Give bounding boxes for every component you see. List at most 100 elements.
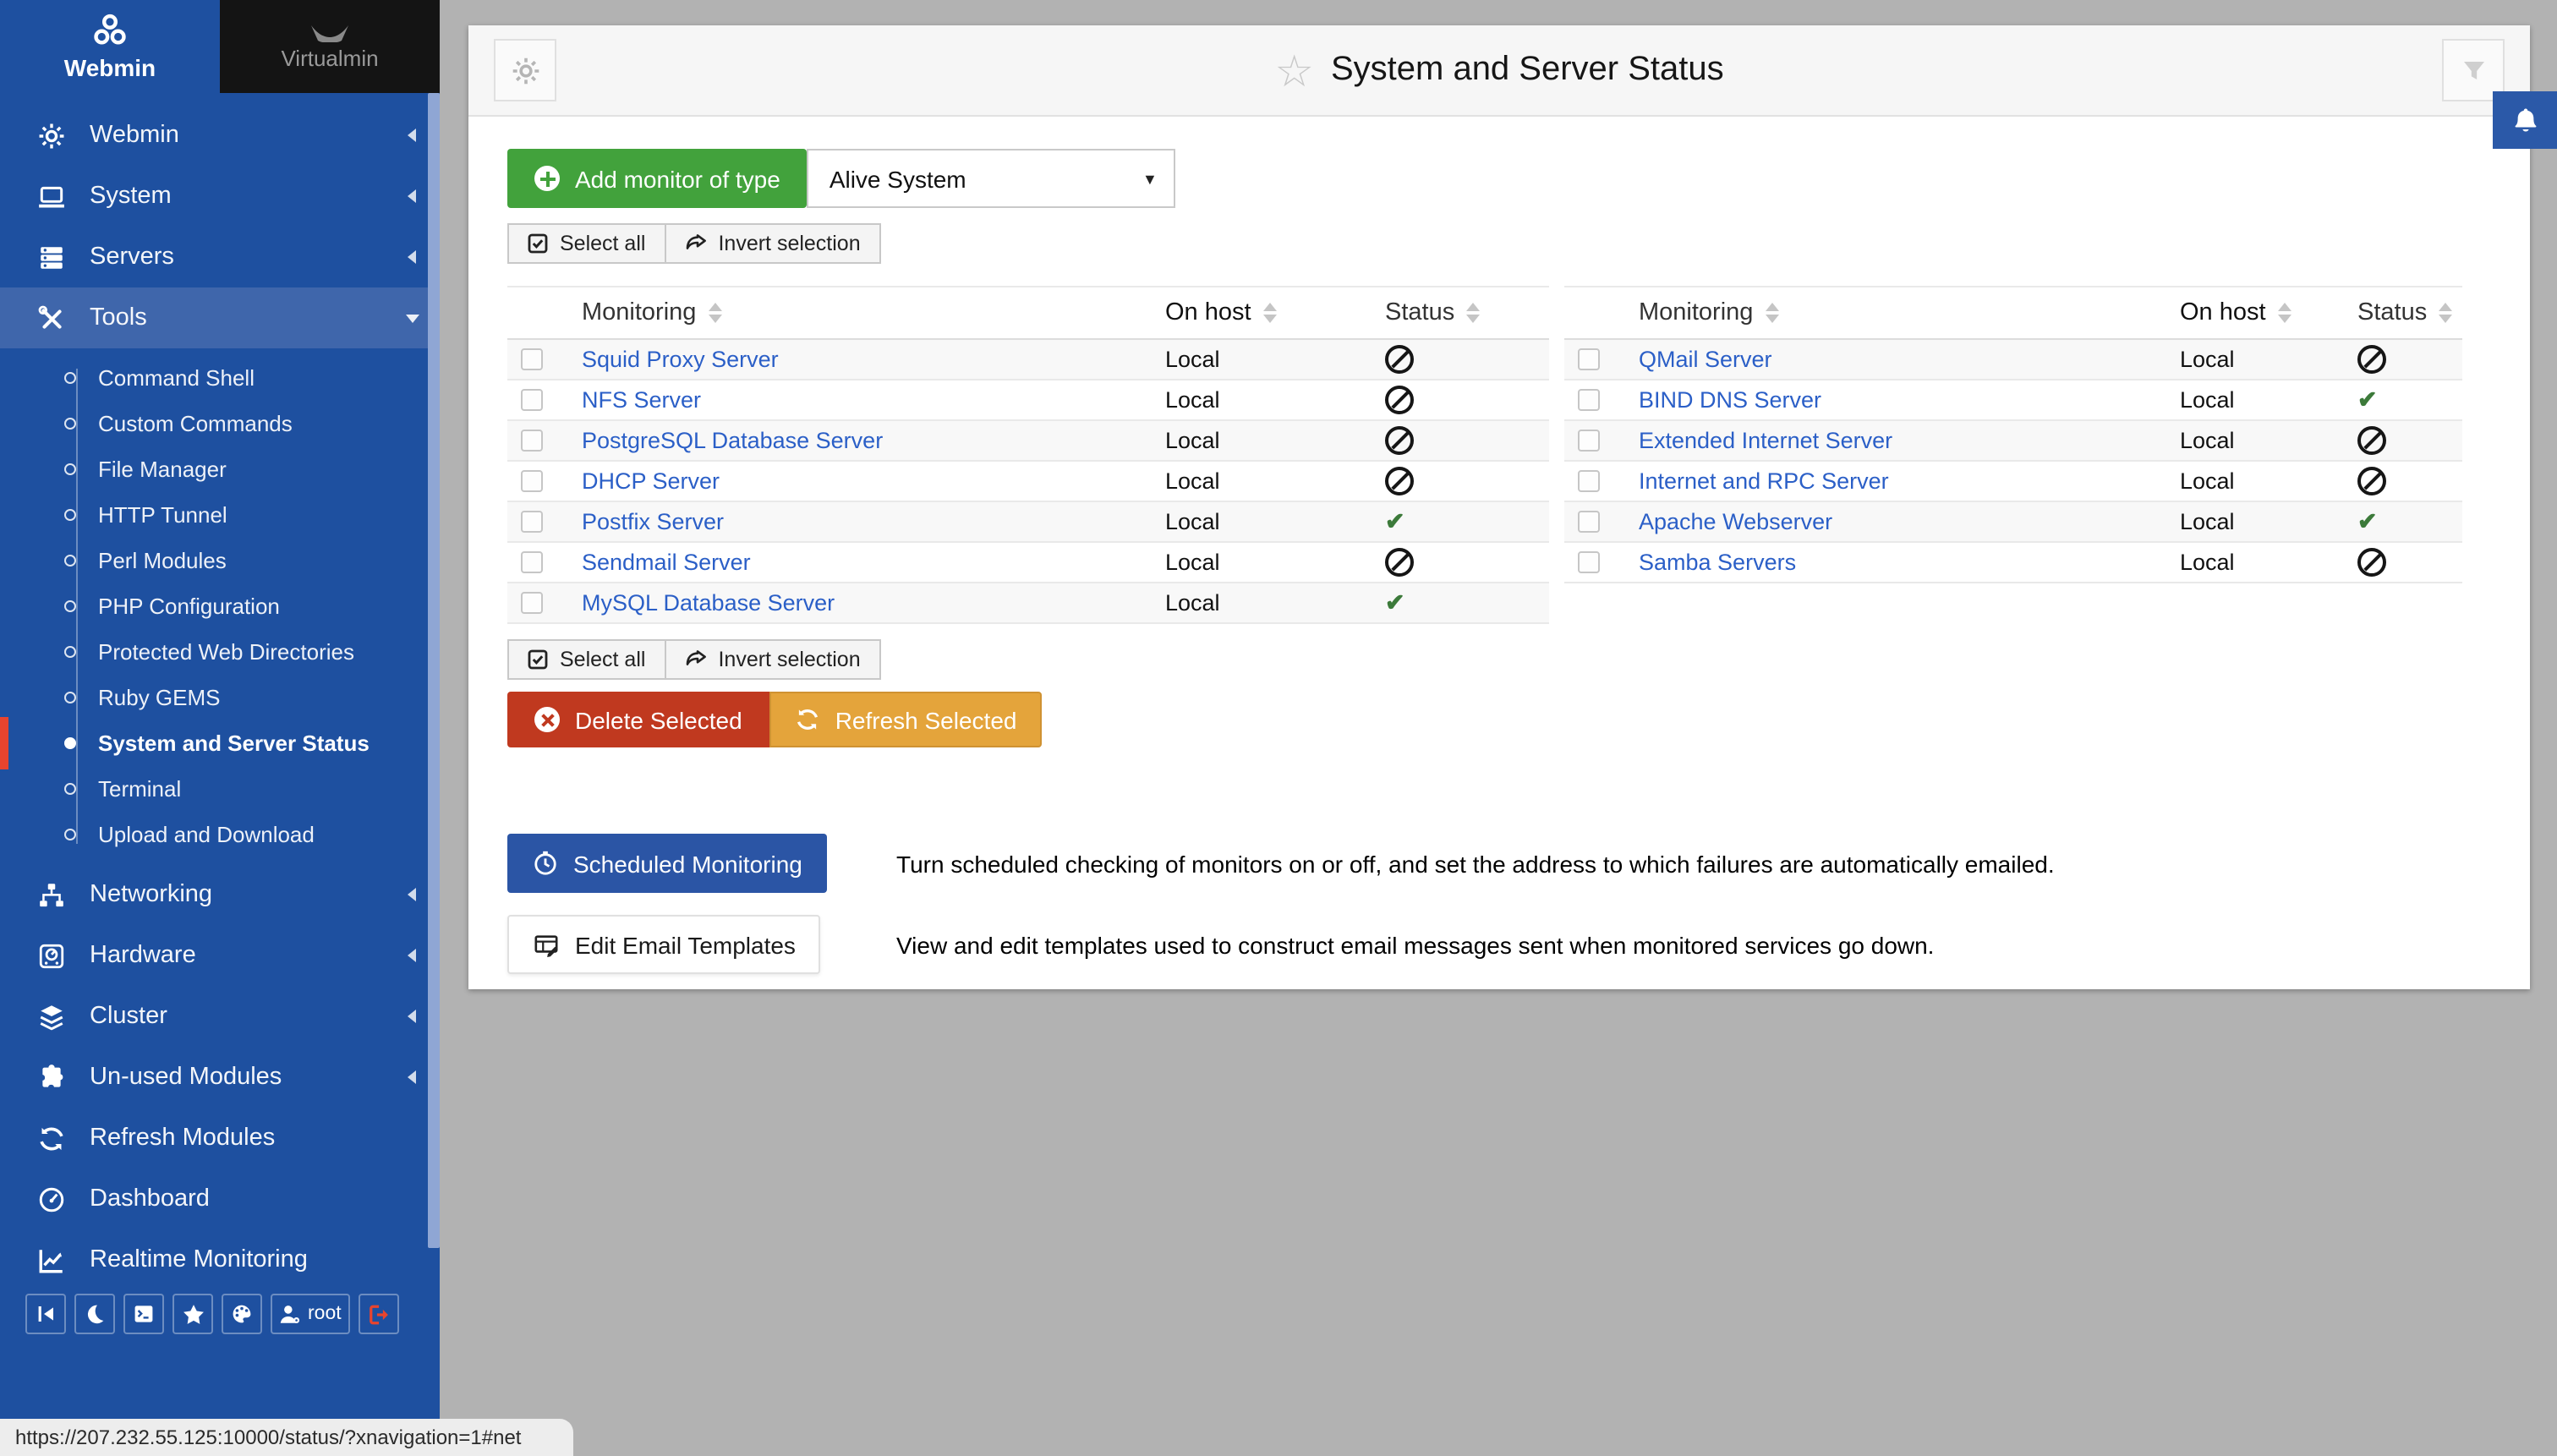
sidebar-item-realtime-monitoring[interactable]: Realtime Monitoring	[0, 1229, 440, 1290]
sort-icon[interactable]	[2278, 303, 2291, 323]
gauge-icon	[34, 1185, 68, 1213]
sort-icon[interactable]	[708, 303, 721, 323]
scheduled-monitoring-row: Scheduled Monitoring Turn scheduled chec…	[507, 834, 2530, 893]
row-checkbox[interactable]	[521, 348, 543, 370]
row-checkbox[interactable]	[521, 470, 543, 492]
row-checkbox[interactable]	[521, 389, 543, 411]
submenu-item[interactable]: Perl Modules	[0, 538, 440, 583]
sidebar-item-servers[interactable]: Servers	[0, 227, 440, 287]
sidebar-item-refresh-modules[interactable]: Refresh Modules	[0, 1108, 440, 1169]
sidebar-item-cluster[interactable]: Cluster	[0, 986, 440, 1047]
row-checkbox[interactable]	[1578, 389, 1600, 411]
submenu-item[interactable]: Custom Commands	[0, 401, 440, 446]
sidebar-item-hardware[interactable]: Hardware	[0, 925, 440, 986]
select-all-button[interactable]: Select all	[507, 639, 665, 680]
logout-button[interactable]	[359, 1294, 399, 1334]
monitor-link[interactable]: Apache Webserver	[1639, 509, 1832, 534]
submenu-item[interactable]: File Manager	[0, 446, 440, 492]
sidebar-item-label: System	[90, 183, 172, 210]
collapse-sidebar-button[interactable]	[25, 1294, 66, 1334]
sort-icon[interactable]	[1765, 303, 1778, 323]
scheduled-monitoring-button[interactable]: Scheduled Monitoring	[507, 834, 828, 893]
submenu-item[interactable]: Terminal	[0, 766, 440, 812]
sidebar-item-system[interactable]: System	[0, 166, 440, 227]
submenu-item[interactable]: Command Shell	[0, 355, 440, 401]
submenu-item[interactable]: System and Server Status	[0, 720, 440, 766]
refresh-selected-button[interactable]: Refresh Selected	[769, 692, 1043, 747]
bullet-icon	[64, 646, 76, 658]
monitor-link[interactable]: BIND DNS Server	[1639, 387, 1821, 413]
submenu-item[interactable]: PHP Configuration	[0, 583, 440, 629]
sidebar-item-networking[interactable]: Networking	[0, 864, 440, 925]
row-checkbox[interactable]	[1578, 430, 1600, 452]
sort-icon[interactable]	[1263, 303, 1277, 323]
monitor-link[interactable]: Samba Servers	[1639, 550, 1796, 575]
sidebar-item-unused-modules[interactable]: Un-used Modules	[0, 1047, 440, 1108]
tab-webmin[interactable]: Webmin	[0, 0, 220, 93]
column-on-host[interactable]: On host	[1165, 299, 1251, 326]
submenu-item-label: HTTP Tunnel	[98, 502, 227, 528]
column-status[interactable]: Status	[2357, 299, 2427, 326]
monitor-link[interactable]: Sendmail Server	[582, 550, 751, 575]
notifications-bell-button[interactable]	[2493, 91, 2557, 149]
scheduled-monitoring-label: Scheduled Monitoring	[573, 850, 802, 877]
host-value: Local	[2180, 509, 2235, 534]
page-header: ☆ System and Server Status	[468, 25, 2530, 117]
night-mode-button[interactable]	[74, 1294, 115, 1334]
page-title: System and Server Status	[1331, 51, 1724, 90]
monitor-link[interactable]: QMail Server	[1639, 347, 1772, 372]
chevron-left-icon	[408, 888, 416, 901]
column-monitoring[interactable]: Monitoring	[582, 299, 696, 326]
delete-selected-button[interactable]: Delete Selected	[507, 692, 769, 747]
row-checkbox[interactable]	[521, 551, 543, 573]
monitor-link[interactable]: Squid Proxy Server	[582, 347, 779, 372]
monitor-link[interactable]: Postfix Server	[582, 509, 724, 534]
monitor-link[interactable]: PostgreSQL Database Server	[582, 428, 883, 453]
favorites-star-button[interactable]	[172, 1294, 213, 1334]
edit-email-templates-button[interactable]: Edit Email Templates	[507, 915, 821, 974]
status-down-icon	[2357, 467, 2386, 495]
row-checkbox[interactable]	[1578, 470, 1600, 492]
sidebar-item-tools[interactable]: Tools	[0, 287, 440, 348]
favorite-star-icon[interactable]: ☆	[1274, 48, 1314, 92]
scheduled-monitoring-desc: Turn scheduled checking of monitors on o…	[896, 850, 2055, 877]
monitor-type-select[interactable]: Alive System ▼	[808, 149, 1176, 208]
sidebar-item-webmin[interactable]: Webmin	[0, 105, 440, 166]
table-row: MySQL Database Server Local	[507, 583, 1549, 624]
column-on-host[interactable]: On host	[2180, 299, 2266, 326]
submenu-item[interactable]: Protected Web Directories	[0, 629, 440, 675]
monitor-link[interactable]: Extended Internet Server	[1639, 428, 1892, 453]
monitor-link[interactable]: DHCP Server	[582, 468, 720, 494]
invert-selection-button[interactable]: Invert selection	[665, 223, 880, 264]
status-up-icon	[2357, 386, 2377, 414]
sort-icon[interactable]	[2439, 303, 2452, 323]
row-checkbox[interactable]	[1578, 348, 1600, 370]
submenu-item[interactable]: Upload and Download	[0, 812, 440, 857]
monitor-link[interactable]: MySQL Database Server	[582, 590, 835, 616]
monitor-link[interactable]: NFS Server	[582, 387, 701, 413]
tab-virtualmin[interactable]: Virtualmin	[220, 0, 440, 93]
select-all-button[interactable]: Select all	[507, 223, 665, 264]
row-checkbox[interactable]	[521, 511, 543, 533]
column-monitoring[interactable]: Monitoring	[1639, 299, 1753, 326]
plus-circle-icon	[534, 166, 560, 191]
invert-selection-button[interactable]: Invert selection	[665, 639, 880, 680]
row-checkbox[interactable]	[521, 592, 543, 614]
sidebar-item-label: Cluster	[90, 1003, 167, 1030]
submenu-item[interactable]: Ruby GEMS	[0, 675, 440, 720]
row-checkbox[interactable]	[1578, 551, 1600, 573]
module-config-button[interactable]	[494, 39, 556, 101]
user-account-button[interactable]: root	[271, 1294, 350, 1334]
monitor-link[interactable]: Internet and RPC Server	[1639, 468, 1889, 494]
column-status[interactable]: Status	[1385, 299, 1454, 326]
sidebar-scrollbar[interactable]	[428, 93, 440, 1248]
submenu-item-label: System and Server Status	[98, 731, 370, 756]
sort-icon[interactable]	[1466, 303, 1480, 323]
terminal-button[interactable]	[123, 1294, 164, 1334]
row-checkbox[interactable]	[1578, 511, 1600, 533]
sidebar-item-dashboard[interactable]: Dashboard	[0, 1169, 440, 1229]
submenu-item[interactable]: HTTP Tunnel	[0, 492, 440, 538]
add-monitor-button[interactable]: Add monitor of type	[507, 149, 808, 208]
theme-palette-button[interactable]	[222, 1294, 262, 1334]
row-checkbox[interactable]	[521, 430, 543, 452]
